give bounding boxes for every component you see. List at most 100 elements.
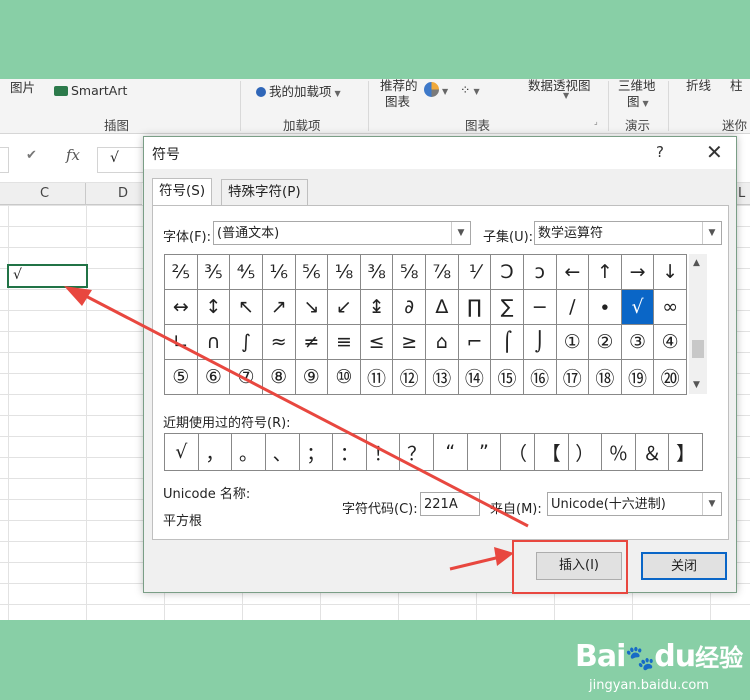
symbol-cell[interactable]: ∆ — [426, 290, 459, 325]
symbol-cell[interactable]: ↔ — [165, 290, 198, 325]
dialog-launcher-icon[interactable]: ⌟ — [594, 117, 598, 126]
symbol-cell[interactable]: ⅝ — [393, 255, 426, 290]
cancel-formula-icon[interactable]: ✔ — [26, 148, 37, 163]
ribbon-column-sparkline-button[interactable]: 柱 — [730, 79, 743, 94]
ribbon-smartart-button[interactable]: SmartArt — [54, 83, 127, 98]
symbol-cell[interactable]: ↘ — [295, 290, 329, 325]
scroll-up-icon[interactable]: ▲ — [693, 258, 700, 268]
from-select[interactable]: Unicode(十六进制) ▼ — [547, 492, 722, 516]
recent-symbol-cell[interactable]: （ — [501, 434, 535, 471]
recent-symbol-cell[interactable]: 【 — [534, 434, 569, 471]
name-box[interactable] — [0, 147, 9, 173]
symbol-cell[interactable]: Ↄ — [491, 255, 524, 290]
symbol-grid-scrollbar[interactable]: ▲ ▼ — [689, 254, 707, 394]
symbol-cell[interactable]: ↖ — [230, 290, 263, 325]
symbol-cell[interactable]: ∂ — [393, 290, 426, 325]
column-header-l[interactable]: L — [738, 186, 745, 201]
symbol-cell[interactable]: ⅞ — [426, 255, 459, 290]
tab-special-characters[interactable]: 特殊字符(P) — [221, 179, 308, 205]
scatter-chart-icon[interactable]: ⁘ ▼ — [460, 82, 480, 97]
symbol-cell[interactable]: ⅖ — [165, 255, 198, 290]
ribbon-my-addins-button[interactable]: 我的加载项 ▼ — [256, 81, 341, 100]
symbol-cell[interactable]: ⅚ — [295, 255, 329, 290]
recent-symbol-cell[interactable]: 、 — [265, 434, 300, 471]
ribbon-line-sparkline-button[interactable]: 折线 — [686, 79, 711, 94]
symbol-cell[interactable]: ≡ — [328, 325, 361, 360]
symbol-cell[interactable]: ⑳ — [654, 360, 687, 395]
pie-chart-icon[interactable]: ▼ — [424, 82, 448, 97]
symbol-cell[interactable]: ∫ — [230, 325, 263, 360]
recent-symbol-cell[interactable]: √ — [165, 434, 199, 471]
recent-symbol-cell[interactable]: ＆ — [635, 434, 670, 471]
recent-symbol-cell[interactable]: 】 — [669, 434, 703, 471]
recent-symbol-cell[interactable]: “ — [434, 434, 468, 471]
symbol-cell[interactable]: ∕ — [556, 290, 590, 325]
insert-function-icon[interactable]: fx — [66, 146, 80, 164]
symbol-cell[interactable]: ⑰ — [556, 360, 590, 395]
symbol-cell[interactable]: ① — [556, 325, 590, 360]
symbol-cell[interactable]: ∩ — [197, 325, 231, 360]
symbol-cell[interactable]: √ — [621, 290, 655, 325]
symbol-cell[interactable]: ⑮ — [491, 360, 524, 395]
tab-symbols[interactable]: 符号(S) — [152, 178, 213, 206]
symbol-cell[interactable]: ≠ — [295, 325, 329, 360]
char-code-input[interactable]: 221A — [420, 492, 480, 516]
symbol-cell[interactable]: ↓ — [654, 255, 687, 290]
symbol-cell[interactable]: ⅙ — [262, 255, 296, 290]
symbol-cell[interactable]: ⑨ — [295, 360, 329, 395]
symbol-cell[interactable]: ⑫ — [393, 360, 426, 395]
symbol-cell[interactable]: ⅜ — [360, 255, 394, 290]
symbol-cell[interactable]: ⑤ — [165, 360, 198, 395]
symbol-cell[interactable]: ⑯ — [523, 360, 557, 395]
symbol-cell[interactable]: ③ — [621, 325, 655, 360]
close-button[interactable]: 关闭 — [641, 552, 727, 580]
symbol-cell[interactable]: ⑥ — [197, 360, 231, 395]
scrollbar-thumb[interactable] — [692, 340, 704, 358]
symbol-cell[interactable]: ∙ — [589, 290, 622, 325]
recent-symbol-cell[interactable]: ！ — [366, 434, 401, 471]
symbol-cell[interactable]: ↄ — [523, 255, 557, 290]
help-icon[interactable]: ? — [656, 143, 664, 161]
symbol-cell[interactable]: ↕ — [197, 290, 231, 325]
formula-input[interactable]: √ — [97, 147, 144, 173]
symbol-cell[interactable]: ↗ — [262, 290, 296, 325]
symbol-cell[interactable]: ↙ — [328, 290, 361, 325]
symbol-cell[interactable]: − — [523, 290, 557, 325]
recent-symbol-cell[interactable]: ？ — [400, 434, 434, 471]
ribbon-picture-button[interactable]: 图片 — [10, 79, 35, 96]
selected-cell-c[interactable]: √ — [7, 264, 88, 288]
symbol-cell[interactable]: ∏ — [458, 290, 492, 325]
recent-symbol-cell[interactable]: ” — [467, 434, 502, 471]
close-icon[interactable]: ✕ — [706, 140, 723, 164]
symbol-cell[interactable]: ← — [556, 255, 590, 290]
recent-symbol-cell[interactable]: 。 — [232, 434, 266, 471]
symbol-cell[interactable]: ≥ — [393, 325, 426, 360]
symbol-cell[interactable]: ⌠ — [491, 325, 524, 360]
symbol-cell[interactable]: ∞ — [654, 290, 687, 325]
column-header-d[interactable]: D — [118, 186, 128, 201]
symbol-cell[interactable]: ∟ — [165, 325, 198, 360]
subset-select[interactable]: 数学运算符 ▼ — [534, 221, 722, 245]
symbol-cell[interactable]: ⌡ — [523, 325, 557, 360]
symbol-cell[interactable]: ⅘ — [230, 255, 263, 290]
symbol-cell[interactable]: ⑱ — [589, 360, 622, 395]
symbol-cell[interactable]: → — [621, 255, 655, 290]
symbol-cell[interactable]: ≤ — [360, 325, 394, 360]
symbol-cell[interactable]: ② — [589, 325, 622, 360]
symbol-cell[interactable]: ⅟ — [458, 255, 492, 290]
symbol-cell[interactable]: ↨ — [360, 290, 394, 325]
recent-symbol-cell[interactable]: ％ — [602, 434, 636, 471]
symbol-cell[interactable]: ⑦ — [230, 360, 263, 395]
symbol-cell[interactable]: ⌂ — [426, 325, 459, 360]
symbol-cell[interactable]: ⅛ — [328, 255, 361, 290]
symbol-cell[interactable]: ⑭ — [458, 360, 492, 395]
recent-symbol-cell[interactable]: ） — [568, 434, 603, 471]
recent-symbol-cell[interactable]: ： — [333, 434, 367, 471]
recent-symbol-cell[interactable]: ， — [198, 434, 233, 471]
font-select[interactable]: (普通文本) ▼ — [213, 221, 471, 245]
symbol-cell[interactable]: ⑪ — [360, 360, 394, 395]
recent-symbol-cell[interactable]: ； — [299, 434, 334, 471]
symbol-cell[interactable]: ④ — [654, 325, 687, 360]
symbol-cell[interactable]: ≈ — [262, 325, 296, 360]
column-header-c[interactable]: C — [40, 186, 49, 201]
